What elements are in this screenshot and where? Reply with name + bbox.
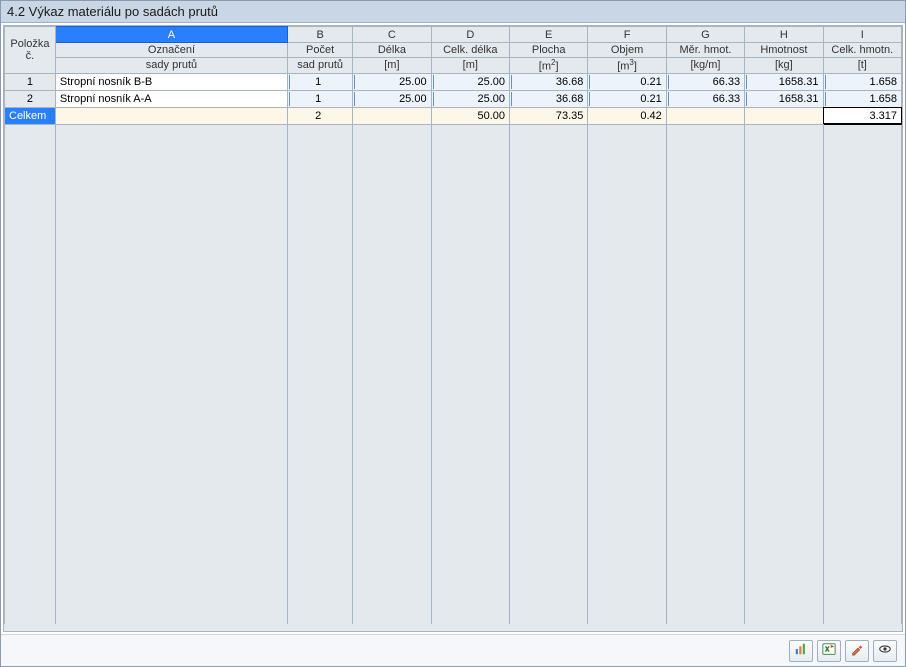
cell[interactable]: 1658.31	[745, 73, 823, 90]
col-header-H: Hmotnost	[745, 43, 823, 58]
cell	[666, 107, 744, 124]
col-header-A: Označení	[55, 43, 287, 58]
cell	[353, 107, 431, 124]
cell-total-weight: 3.317	[823, 107, 901, 124]
panel-title: 4.2 Výkaz materiálu po sadách prutů	[1, 1, 905, 23]
cell: 73.35	[509, 107, 587, 124]
cell-label[interactable]: Stropní nosník A-A	[55, 90, 287, 107]
col-header-F: Objem	[588, 43, 666, 58]
bottom-toolbar	[1, 634, 905, 666]
cell[interactable]: 25.00	[431, 73, 509, 90]
chart-button[interactable]	[789, 640, 813, 662]
cell	[745, 107, 823, 124]
cell-label[interactable]: Stropní nosník B-B	[55, 73, 287, 90]
col-letter-E[interactable]: E	[509, 27, 587, 43]
material-grid[interactable]: Položka č. A B C D E F G H I Označení Po…	[3, 25, 903, 632]
col-sub-G: [kg/m]	[666, 58, 744, 74]
row-header-line1: Položka	[5, 38, 55, 50]
cell[interactable]: 25.00	[431, 90, 509, 107]
cell: 50.00	[431, 107, 509, 124]
col-sub-B: sad prutů	[288, 58, 353, 74]
col-sub-E: [m2]	[509, 58, 587, 74]
cell	[55, 107, 287, 124]
total-label: Celkem	[5, 107, 56, 124]
col-sub-C: [m]	[353, 58, 431, 74]
col-letter-H[interactable]: H	[745, 27, 823, 43]
cell[interactable]: 0.21	[588, 90, 666, 107]
col-sub-F: [m3]	[588, 58, 666, 74]
col-header-B: Počet	[288, 43, 353, 58]
col-letter-G[interactable]: G	[666, 27, 744, 43]
table-row[interactable]: 1Stropní nosník B-B125.0025.0036.680.216…	[5, 73, 902, 90]
col-letter-I[interactable]: I	[823, 27, 901, 43]
pick-button[interactable]	[845, 640, 869, 662]
cell[interactable]: 66.33	[666, 90, 744, 107]
cell[interactable]: 25.00	[353, 73, 431, 90]
cell[interactable]: 1.658	[823, 73, 901, 90]
col-header-E: Plocha	[509, 43, 587, 58]
row-header-line2: č.	[5, 50, 55, 62]
col-letter-B[interactable]: B	[288, 27, 353, 43]
cell[interactable]: 36.68	[509, 73, 587, 90]
color-picker-icon	[850, 642, 864, 659]
col-header-G: Měr. hmot.	[666, 43, 744, 58]
col-sub-A: sady prutů	[55, 58, 287, 74]
eye-icon	[878, 642, 892, 659]
row-number[interactable]: 1	[5, 73, 56, 90]
cell[interactable]: 66.33	[666, 73, 744, 90]
col-header-C: Délka	[353, 43, 431, 58]
cell[interactable]: 36.68	[509, 90, 587, 107]
col-letter-D[interactable]: D	[431, 27, 509, 43]
col-letter-A[interactable]: A	[55, 27, 287, 43]
cell[interactable]: 1	[288, 73, 353, 90]
col-header-D: Celk. délka	[431, 43, 509, 58]
col-letter-F[interactable]: F	[588, 27, 666, 43]
col-sub-I: [t]	[823, 58, 901, 74]
cell[interactable]: 1.658	[823, 90, 901, 107]
table-row[interactable]: 2Stropní nosník A-A125.0025.0036.680.216…	[5, 90, 902, 107]
cell[interactable]: 25.00	[353, 90, 431, 107]
cell: 0.42	[588, 107, 666, 124]
cell[interactable]: 1658.31	[745, 90, 823, 107]
col-letter-C[interactable]: C	[353, 27, 431, 43]
cell[interactable]: 0.21	[588, 73, 666, 90]
cell[interactable]: 1	[288, 90, 353, 107]
cell: 2	[288, 107, 353, 124]
col-header-I: Celk. hmotn.	[823, 43, 901, 58]
total-row: Celkem 2 50.0073.350.42 3.317	[5, 107, 902, 124]
excel-icon	[822, 642, 836, 659]
col-sub-D: [m]	[431, 58, 509, 74]
row-number[interactable]: 2	[5, 90, 56, 107]
filler-row	[5, 124, 902, 624]
bar-chart-icon	[794, 642, 808, 659]
col-sub-H: [kg]	[745, 58, 823, 74]
view-button[interactable]	[873, 640, 897, 662]
export-excel-button[interactable]	[817, 640, 841, 662]
